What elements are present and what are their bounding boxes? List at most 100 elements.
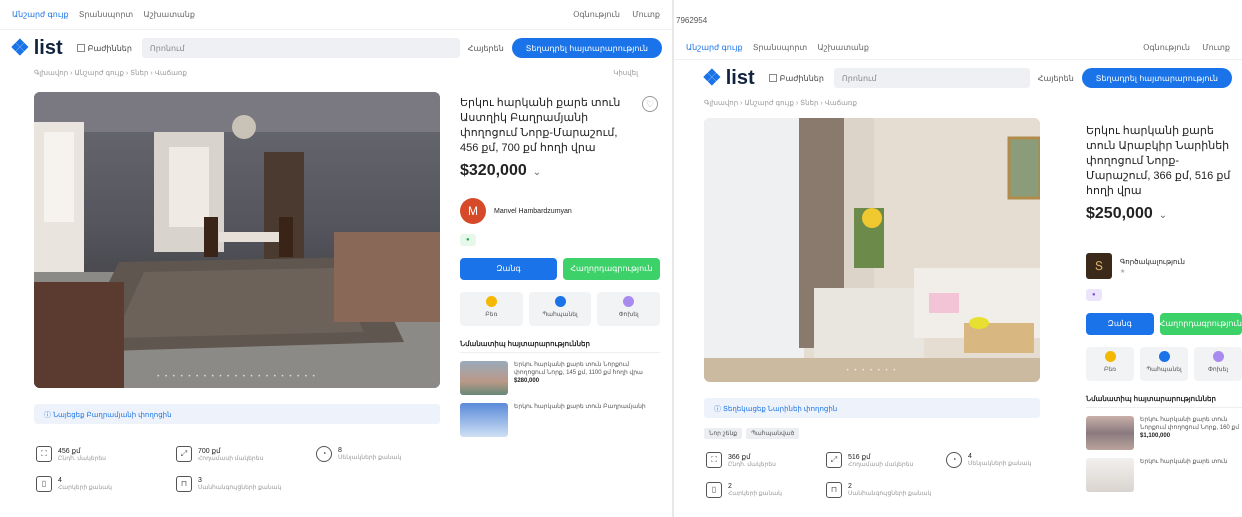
spec-value: 2 — [848, 483, 852, 490]
location-notice[interactable]: ⓘ Տեղեկացեք Նարինեի փողոցին — [704, 398, 1040, 418]
login-link[interactable]: Մուտք — [632, 10, 660, 19]
similar-thumbnail — [460, 403, 508, 437]
feature-tags: Նոր շենք Պահպանված — [704, 428, 800, 439]
top-link[interactable]: Անշարժ գույք — [686, 43, 743, 52]
top-link[interactable]: Աշխատանք — [817, 43, 869, 52]
carousel-dots[interactable]: • • • • • • • — [704, 368, 1040, 374]
spec-label: Սանհանգույցների քանակ — [198, 485, 282, 491]
call-button[interactable]: Զանգ — [460, 258, 557, 280]
spec-item: ◔ 4 Սենյակների քանակ — [946, 452, 1066, 468]
action-tile[interactable]: Փոխել — [1194, 347, 1242, 381]
area-icon: ⛶ — [36, 446, 52, 462]
listing-sidebar: Երկու հարկանի քարե տուն Արաբկիր Նարինեի … — [1086, 124, 1242, 492]
land-icon: ⤢ — [826, 452, 842, 468]
similar-header: Նմանատիպ հայտարարություններ — [460, 340, 660, 353]
site-logo[interactable]: ❖ list — [702, 67, 755, 90]
location-notice[interactable]: ⓘ Նայեցեք Բաղրամյանի փողոցին — [34, 404, 440, 424]
listing-title: Երկու հարկանի քարե տուն Արաբկիր Նարինեի … — [1086, 125, 1231, 197]
action-tile[interactable]: Բեռ — [1086, 347, 1134, 381]
listing-photo[interactable]: • • • • • • • • • • • • • • • • • • • • … — [34, 92, 440, 388]
chevron-down-icon[interactable]: ⌄ — [533, 167, 541, 178]
seller-name[interactable]: Գործակալություն — [1120, 258, 1185, 266]
category-menu[interactable]: Բաժիններ — [768, 73, 824, 83]
spec-item: ▯ 4 Հարկերի քանակ — [36, 476, 176, 492]
action-tile[interactable]: Պահպանել — [1140, 347, 1188, 381]
action-label: Փոխել — [618, 312, 639, 318]
top-bar: Անշարժ գույք Տրանսպորտ Աշխատանք Օգնությո… — [674, 36, 1242, 60]
save-icon — [1158, 351, 1170, 362]
contact-buttons: Զանգ Հաղորդագրություն — [460, 258, 660, 280]
top-link[interactable]: Տրանսպորտ — [79, 10, 133, 19]
listing-page-a: Անշարժ գույք Տրանսպորտ Աշխատանք Օգնությո… — [0, 0, 672, 517]
breadcrumb-path[interactable]: Գլխավոր › Անշարժ գույք › Տներ › Վաճառք — [34, 69, 187, 79]
breadcrumb-path[interactable]: Գլխավոր › Անշարժ գույք › Տներ › Վաճառք — [704, 99, 857, 109]
action-tile[interactable]: Փոխել — [597, 292, 661, 326]
search-input[interactable]: Որոնում — [141, 38, 460, 58]
message-button[interactable]: Հաղորդագրություն — [1159, 313, 1242, 335]
listing-sidebar: Երկու հարկանի քարե տուն Աստղիկ Բաղրամյան… — [460, 96, 661, 437]
action-tile[interactable]: Պահպանել — [528, 292, 592, 326]
action-label: Բեռ — [1103, 367, 1117, 373]
spec-label: Սանհանգույցների քանակ — [848, 491, 932, 497]
share-link[interactable]: Կիսվել — [613, 69, 638, 79]
message-button[interactable]: Հաղորդագրություն — [563, 258, 660, 280]
similar-price: $1,100,000 — [1140, 433, 1171, 439]
seller-info: Գործակալություն ★ — [1120, 258, 1185, 275]
similar-item[interactable]: Երկու հարկանի քարե տուն — [1086, 458, 1242, 492]
top-link[interactable]: Տրանսպորտ — [753, 43, 807, 52]
similar-text: Երկու հարկանի քարե տուն Նորքում փողոցում… — [1140, 417, 1240, 431]
spec-item: ⊓ 3 Սանհանգույցների քանակ — [176, 476, 316, 492]
coin-icon — [1104, 351, 1116, 362]
top-bar: Անշարժ գույք Տրանսպորտ Աշխատանք Օգնությո… — [0, 0, 672, 30]
similar-item[interactable]: Երկու հարկանի քարե տուն Նորքում փողոցում… — [460, 361, 660, 395]
spec-label: Սենյակների քանակ — [338, 455, 402, 461]
page-b-content: Անշարժ գույք Տրանսպորտ Աշխատանք Օգնությո… — [674, 36, 1242, 112]
similar-item[interactable]: Երկու հարկանի քարե տուն Նորքում փողոցում… — [1086, 416, 1242, 450]
seller-card[interactable]: Տ Գործակալություն ★ — [1086, 253, 1242, 279]
swap-icon — [623, 296, 635, 307]
listing-page-b: 7962954 Անշարժ գույք Տրանսպորտ Աշխատանք … — [674, 0, 1242, 517]
spec-value: 456 քմ — [58, 447, 81, 455]
top-link[interactable]: Աշխատանք — [143, 10, 195, 19]
seller-name[interactable]: Manvel Hambardzumyan — [494, 208, 572, 215]
language-selector[interactable]: Հայերեն — [468, 44, 504, 53]
floors-icon: ▯ — [706, 482, 722, 498]
chevron-down-icon[interactable]: ⌄ — [1159, 210, 1167, 221]
favorite-heart-icon[interactable]: ♡ — [642, 96, 658, 112]
post-ad-button[interactable]: Տեղադրել հայտարարություն — [1081, 68, 1232, 88]
similar-header: Նմանատիպ հայտարարություններ — [1086, 395, 1242, 408]
similar-item[interactable]: Երկու հարկանի քարե տուն Բաղրամյանի — [460, 403, 660, 437]
spec-value: 4 — [58, 477, 62, 484]
land-icon: ⤢ — [176, 446, 192, 462]
spec-value: 700 քմ — [198, 447, 221, 455]
category-label: Բաժիններ — [779, 73, 824, 83]
carousel-dots[interactable]: • • • • • • • • • • • • • • • • • • • • … — [34, 374, 440, 380]
action-tiles: Բեռ Պահպանել Փոխել — [460, 292, 661, 326]
language-selector[interactable]: Հայերեն — [1038, 74, 1074, 83]
help-link[interactable]: Օգնություն — [573, 10, 620, 19]
spec-label: Հարկերի քանակ — [58, 485, 112, 491]
top-links: Անշարժ գույք Տրանսպորտ Աշխատանք — [686, 43, 877, 52]
listing-photo[interactable]: • • • • • • • — [704, 118, 1040, 382]
property-specs: ⛶ 366 քմ Ընդհ. մակերես ⤢ 516 քմ Հողամասի մակ… — [706, 452, 1066, 498]
top-link[interactable]: Անշարժ գույք — [12, 10, 69, 19]
login-link[interactable]: Մուտք — [1202, 43, 1230, 52]
property-specs: ⛶ 456 քմ Ընդհ. մակերես ⤢ 700 քմ Հողամասի մակ… — [36, 446, 456, 492]
call-button[interactable]: Զանգ — [1086, 313, 1154, 335]
help-link[interactable]: Օգնություն — [1143, 43, 1190, 52]
rating-stars-icon: ★ — [1120, 268, 1126, 275]
search-input[interactable]: Որոնում — [833, 68, 1030, 88]
action-tile[interactable]: Բեռ — [460, 292, 523, 326]
site-logo[interactable]: ❖ list — [10, 37, 63, 60]
seller-card[interactable]: M Manvel Hambardzumyan — [460, 198, 660, 224]
top-right-links: Օգնություն Մուտք — [1133, 43, 1230, 52]
floors-icon: ▯ — [36, 476, 52, 492]
similar-text: Երկու հարկանի քարե տուն Բաղրամյանի — [514, 404, 646, 410]
category-menu[interactable]: Բաժիններ — [76, 44, 132, 53]
spec-value: 8 — [338, 447, 342, 454]
action-label: Բեռ — [485, 312, 498, 318]
spec-label: Սենյակների քանակ — [968, 461, 1032, 467]
action-label: Պահպանել — [542, 312, 578, 318]
spec-label: Հողամասի մակերես — [198, 455, 264, 462]
post-ad-button[interactable]: Տեղադրել հայտարարություն — [511, 38, 662, 58]
